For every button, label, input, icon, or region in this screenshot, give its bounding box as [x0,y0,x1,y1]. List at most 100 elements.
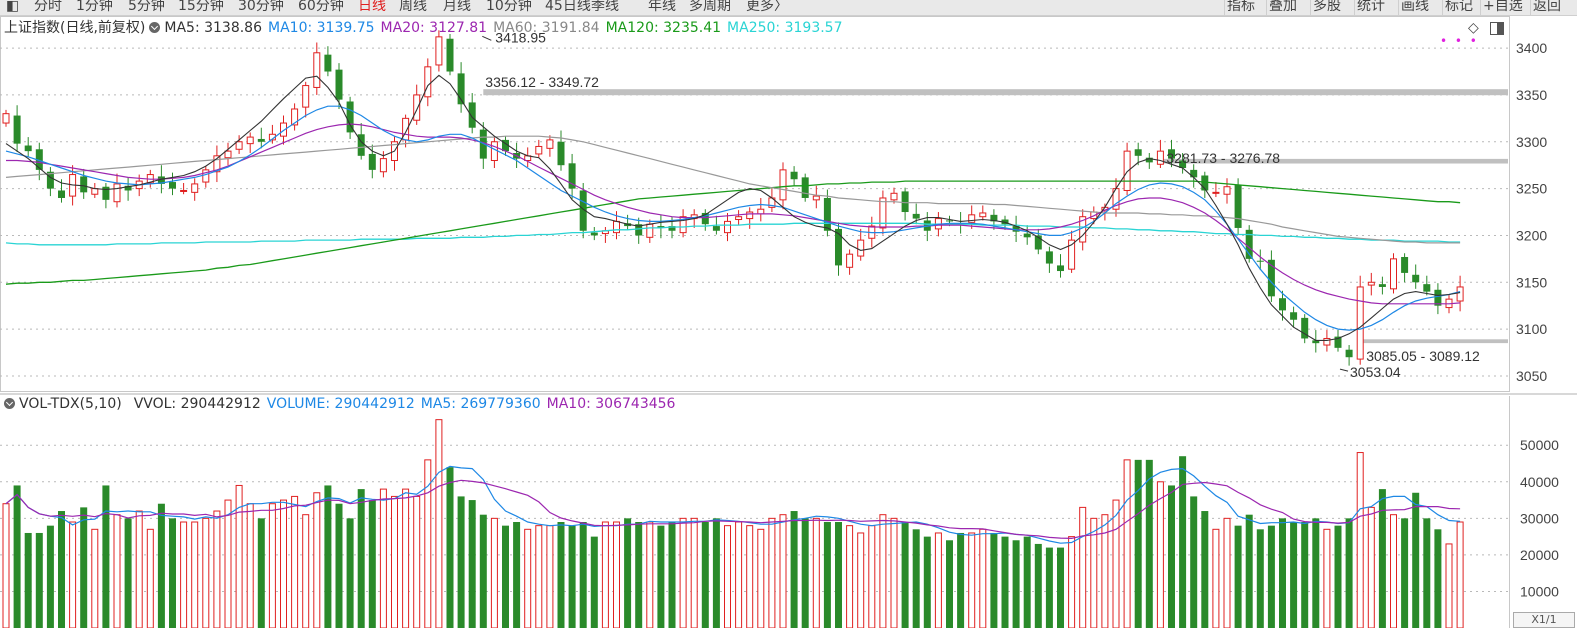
candle-body [302,85,310,108]
volume-legend: VOL-TDX(5,10) VVOL: 290442912 VOLUME: 2904… [4,396,687,412]
tool-button-2[interactable]: 多股 [1313,0,1341,15]
candle-body [235,141,243,150]
volume-bar [790,511,798,628]
panel-icon[interactable]: ◧ [6,0,19,15]
period-tab-4[interactable]: 30分钟 [238,0,284,15]
candle-body [413,94,421,121]
period-tab-1[interactable]: 1分钟 [76,0,113,15]
candle-body [979,212,987,218]
candle-body [746,211,754,220]
candle-body [58,190,65,198]
volume-bar [812,517,820,628]
volume-bar [901,522,909,628]
volume-bar [257,518,265,628]
period-tab-2[interactable]: 5分钟 [128,0,165,15]
period-tab-5[interactable]: 60分钟 [298,0,344,15]
price-tick-label: 3100 [1516,321,1547,337]
volume-bar [246,503,254,628]
volume-tick-label: 20000 [1520,547,1559,563]
volume-bar [313,492,321,628]
price-tick-label: 3050 [1516,368,1547,384]
period-tab-12[interactable]: 年线 [648,0,676,15]
toolbar-separator [1310,0,1311,15]
candle-body [224,150,232,159]
period-tab-11[interactable]: 季线 [591,0,619,15]
volume-tick-label: 40000 [1520,474,1559,490]
tool-button-4[interactable]: 画线 [1401,0,1429,15]
ma-legend-5: MA250: 3193.57 [727,20,843,36]
volume-bar [357,489,365,628]
period-tab-10[interactable]: 45日线 [545,0,591,15]
volume-bar [457,496,465,628]
volume-bar [402,488,410,628]
candle-body [1256,260,1264,262]
volume-bar [757,528,765,628]
volume-bar [1445,543,1453,628]
candle-body [735,216,743,221]
tool-button-5[interactable]: 标记 [1445,0,1473,15]
toolbar-separator [1266,0,1267,15]
volume-bar [35,532,43,628]
scale-indicator[interactable]: X1/1 [1513,612,1575,628]
candle-body [557,141,565,166]
period-tab-6[interactable]: 日线 [358,0,386,15]
candle-body [335,69,343,100]
ma-legend-3: MA60: 3191.84 [493,20,600,36]
candle-body [812,195,820,201]
volume-bar [391,495,398,628]
volume-bar [291,495,299,628]
volume-bar [324,485,332,628]
period-tab-8[interactable]: 月线 [443,0,471,15]
volume-bar [1057,547,1064,628]
period-tab-14[interactable]: 更多〉 [746,0,788,15]
volume-bar [146,528,154,628]
volume-bar [169,518,176,628]
window-toggle-icon[interactable] [1490,22,1504,35]
settings-circle-icon[interactable] [149,22,161,33]
tool-button-6[interactable]: +自选 [1483,0,1523,15]
volume-bar [1190,496,1198,628]
candle-body [613,220,620,234]
tool-button-1[interactable]: 叠加 [1269,0,1297,15]
volume-bar [502,525,509,628]
period-tab-0[interactable]: 分时 [34,0,62,15]
candle-body [13,115,21,144]
volume-ma10-line [5,479,1461,540]
volume-bar [69,521,77,628]
volume-bar [934,532,942,628]
tool-button-7[interactable]: 返回 [1533,0,1561,15]
gap-annotation: 3281.73 - 3276.78 [1166,150,1280,166]
volume-bar [857,532,865,628]
price-tick-label: 3400 [1516,40,1547,56]
volume-bar [1012,540,1020,628]
volume-bar [779,514,787,628]
ma-legend-2: MA20: 3127.81 [380,20,488,36]
candle-body [91,188,99,195]
volume-bar [1112,499,1120,628]
toolbar-separator [1480,0,1481,15]
volume-bar [801,518,809,628]
period-tab-3[interactable]: 15分钟 [178,0,224,15]
chart-area[interactable]: 3400 3350 3300 3250 3200 3150 3100 3050 50000 400… [0,16,1577,628]
period-tab-9[interactable]: 10分钟 [486,0,532,15]
candle-body [468,102,476,128]
period-tab-13[interactable]: 多周期 [689,0,731,15]
settings-circle-icon[interactable] [4,398,15,409]
candle-body [1223,186,1231,195]
candle-body [1134,149,1142,156]
vol-legend-0: VVOL: 290442912 [133,396,261,412]
volume-bar [868,525,876,628]
tool-button-0[interactable]: 指标 [1227,0,1255,15]
volume-bar [1312,518,1320,628]
volume-bar [601,521,609,628]
volume-bar [1168,485,1175,628]
candle-body [80,176,88,193]
tool-button-3[interactable]: 统计 [1357,0,1385,15]
candle-body [712,226,720,231]
volume-bar [24,532,32,628]
more-dots-icon[interactable]: • • • [1440,34,1479,48]
candle-body [102,186,110,200]
period-tab-7[interactable]: 周线 [399,0,427,15]
volume-bar [1323,528,1331,628]
vol-legend-3: MA10: 306743456 [546,396,676,412]
